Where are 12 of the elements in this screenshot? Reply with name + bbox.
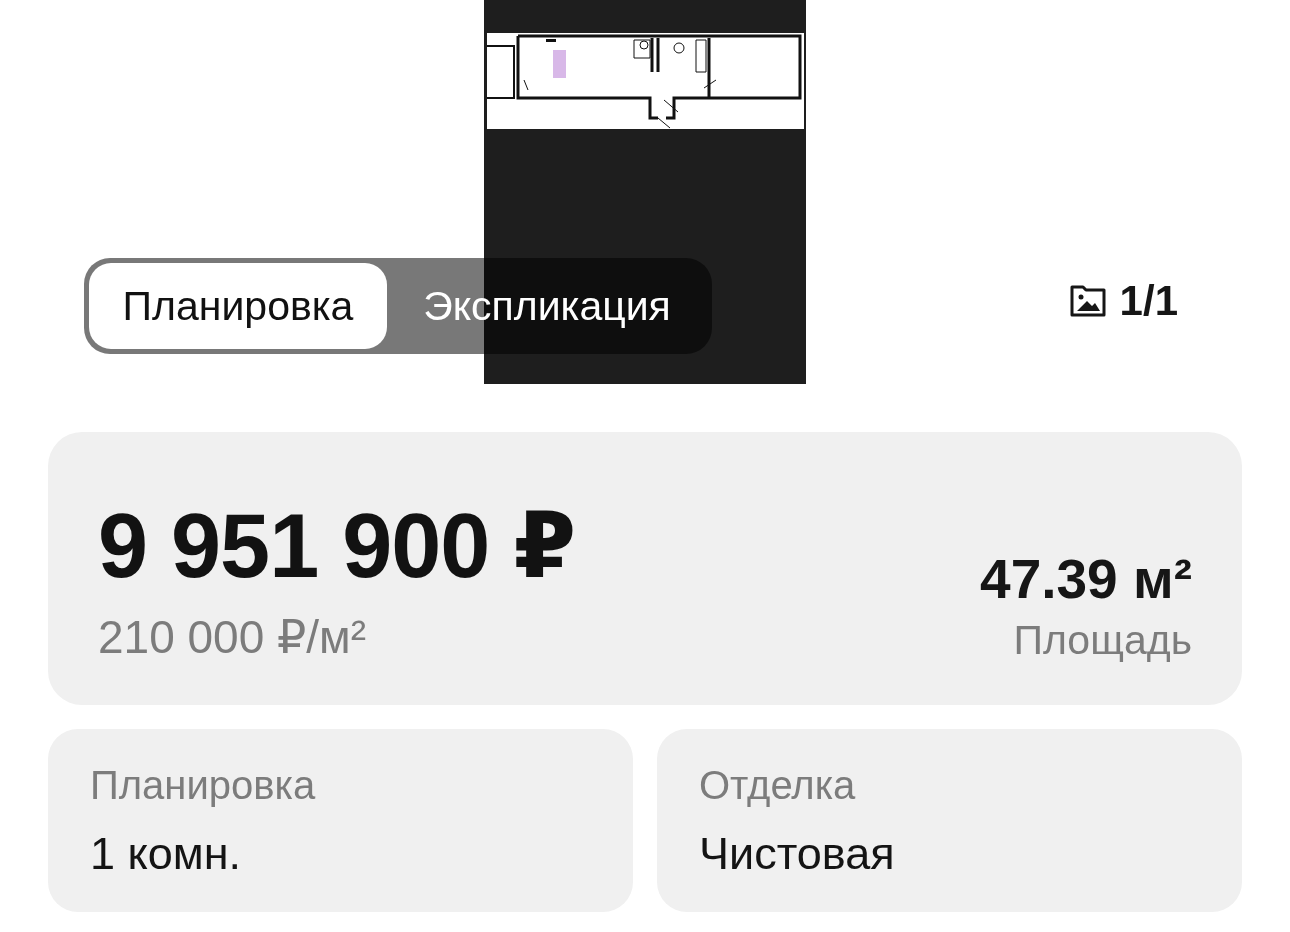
image-counter: 1/1	[1119, 280, 1178, 322]
view-tab[interactable]: Экспликация	[387, 263, 707, 349]
price: 9 951 900 ₽	[98, 497, 575, 597]
price-per-square-meter: 210 000 ₽/м²	[98, 612, 367, 663]
detail-label: Отделка	[699, 763, 857, 807]
area-value: 47.39 м²	[980, 549, 1192, 610]
view-tab[interactable]: Планировка	[89, 263, 387, 349]
detail-value: Чистовая	[699, 829, 896, 879]
image-icon	[1069, 285, 1106, 317]
area-label: Площадь	[1013, 617, 1192, 663]
detail-value: 1 комн.	[90, 829, 243, 879]
detail-label: Планировка	[90, 763, 317, 807]
